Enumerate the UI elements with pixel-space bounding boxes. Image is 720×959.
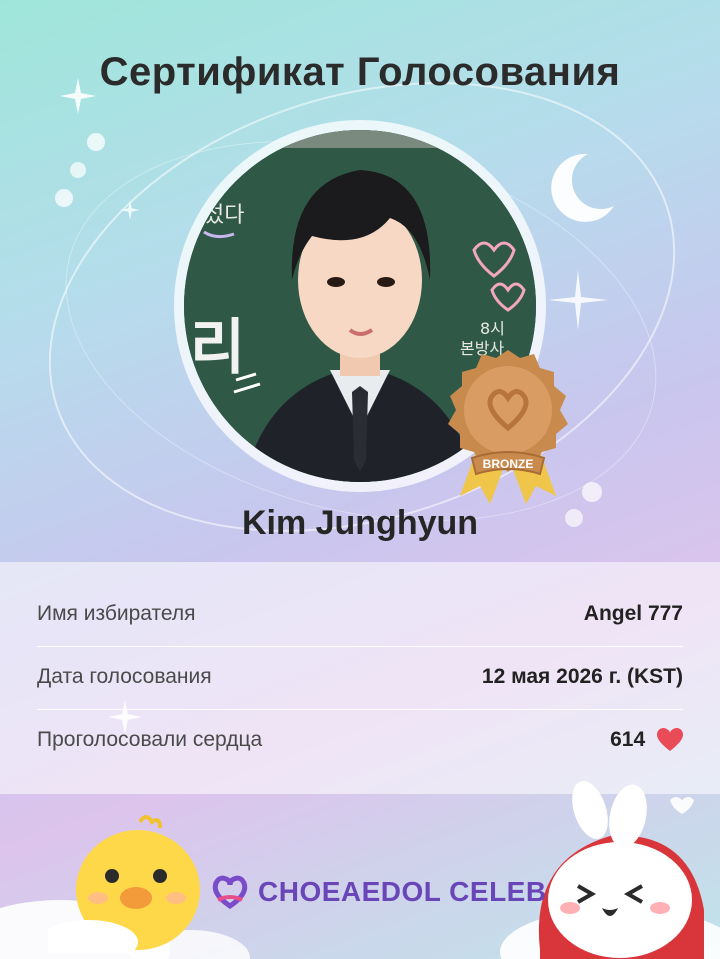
brand-heart-logo-icon bbox=[212, 875, 248, 910]
chalk-text: 8시 bbox=[480, 319, 505, 338]
dots-decoration bbox=[55, 133, 105, 207]
chalk-text: 리 bbox=[190, 313, 245, 383]
date-value: 12 мая 2026 г. (KST) bbox=[481, 665, 683, 688]
brand-logo-text: CHOEAEDOL CELEB bbox=[258, 876, 547, 907]
heart-icon bbox=[657, 728, 683, 752]
voter-value: Angel 777 bbox=[583, 602, 683, 625]
date-row: Дата голосования 12 мая 2026 г. (KST) bbox=[37, 646, 683, 708]
voter-label: Имя избирателя bbox=[37, 602, 196, 625]
badge-label: BRONZE bbox=[483, 457, 534, 471]
hearts-value-group: 614 bbox=[610, 728, 683, 752]
certificate-card: Сертификат Голосования 섰다 리 8시 본방사 BRONZ… bbox=[0, 0, 720, 959]
hearts-row: Проголосовали сердца 614 bbox=[37, 709, 683, 771]
sparkle-icon bbox=[548, 270, 608, 330]
bunny-mascot-icon bbox=[538, 781, 704, 959]
voter-row: Имя избирателя Angel 777 bbox=[37, 583, 683, 645]
sparkle-icon bbox=[120, 200, 140, 220]
page-title: Сертификат Голосования bbox=[99, 50, 621, 94]
hearts-label: Проголосовали сердца bbox=[37, 728, 263, 751]
crescent-moon-icon bbox=[551, 153, 614, 222]
bronze-badge-icon: BRONZE bbox=[448, 350, 568, 504]
hearts-value: 614 bbox=[610, 727, 646, 751]
date-label: Дата голосования bbox=[37, 665, 212, 688]
chick-mascot-icon bbox=[48, 815, 200, 954]
artist-name: Kim Junghyun bbox=[241, 504, 479, 542]
brand-logo: CHOEAEDOL CELEB bbox=[210, 870, 547, 914]
